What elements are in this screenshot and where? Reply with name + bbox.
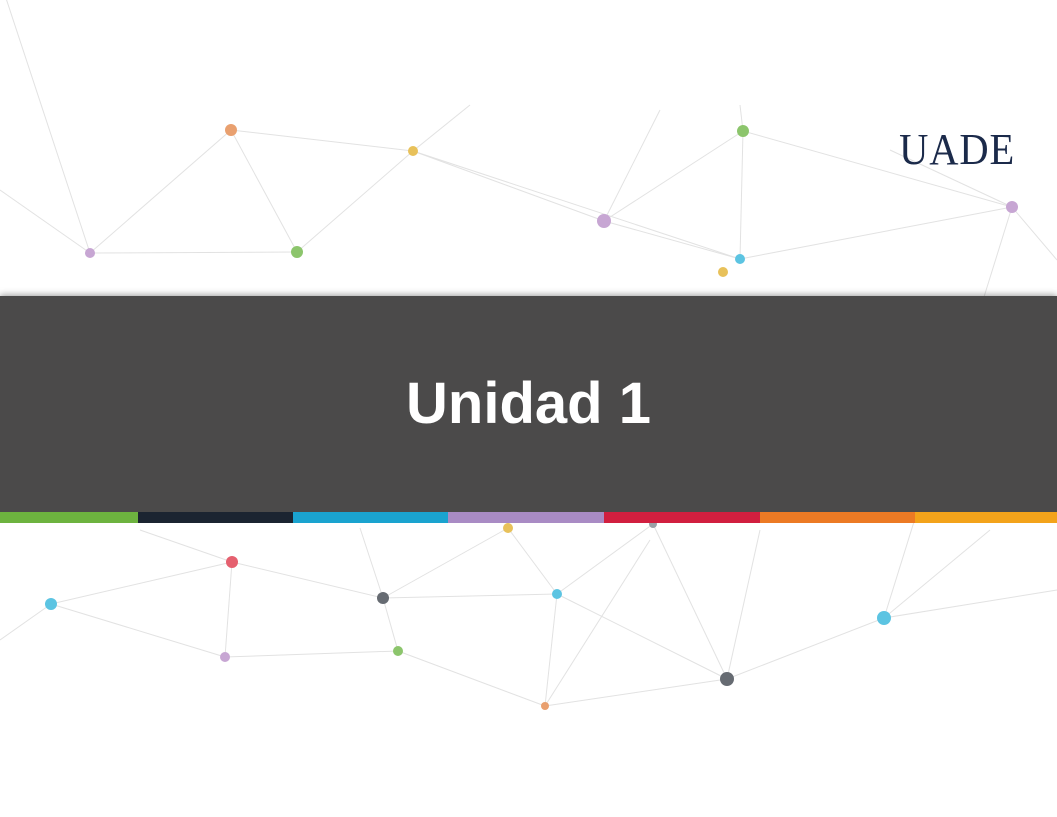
network-line [883,589,1057,619]
network-node [45,598,57,610]
stripe-segment [138,512,293,523]
network-node [1006,201,1018,213]
network-line [50,603,226,658]
network-line [883,529,991,619]
color-stripe [0,512,1057,523]
network-line [382,597,399,652]
network-node [220,652,230,662]
network-line [412,104,471,152]
stripe-segment [293,512,448,523]
network-node [377,592,389,604]
network-node [503,523,513,533]
network-node [541,702,549,710]
network-node [737,125,749,137]
stripe-segment [604,512,760,523]
uade-logo: UADE [898,125,1015,174]
network-node [291,246,303,258]
network-node [735,254,745,264]
network-line [1011,206,1057,261]
network-line [603,130,744,222]
network-line [412,150,741,260]
network-line [739,206,1013,260]
network-line [230,129,414,152]
network-line [382,527,509,599]
network-line [224,650,399,658]
network-line [556,523,654,595]
network-line [231,561,384,599]
network-line [507,527,558,595]
stripe-segment [915,512,1057,523]
network-line [397,650,546,707]
network-line [726,529,761,680]
network-line [652,523,728,680]
network-node [877,611,891,625]
network-node [597,214,611,228]
stripe-segment [760,512,915,523]
network-node [226,556,238,568]
stripe-segment [0,512,138,523]
network-node [720,672,734,686]
network-node [85,248,95,258]
network-line [556,593,728,680]
network-line [50,561,233,605]
network-line [139,529,233,563]
network-line [6,0,91,254]
network-line [382,593,558,599]
network-node [718,267,728,277]
network-line [296,150,414,253]
network-line [0,189,91,254]
network-line [603,220,741,260]
network-line [412,150,605,222]
network-line [224,561,233,658]
network-node [552,589,562,599]
network-line [230,129,298,253]
network-line [739,130,744,260]
network-node [225,124,237,136]
network-line [726,617,885,680]
network-line [0,603,52,641]
title-band: Unidad 1 [0,296,1057,512]
network-node [408,146,418,156]
stripe-segment [448,512,604,523]
slide-title: Unidad 1 [406,370,651,436]
network-line [603,109,661,222]
network-node [393,646,403,656]
network-line [89,129,232,254]
network-line [359,527,384,599]
network-line [89,251,298,254]
network-line [544,678,728,707]
